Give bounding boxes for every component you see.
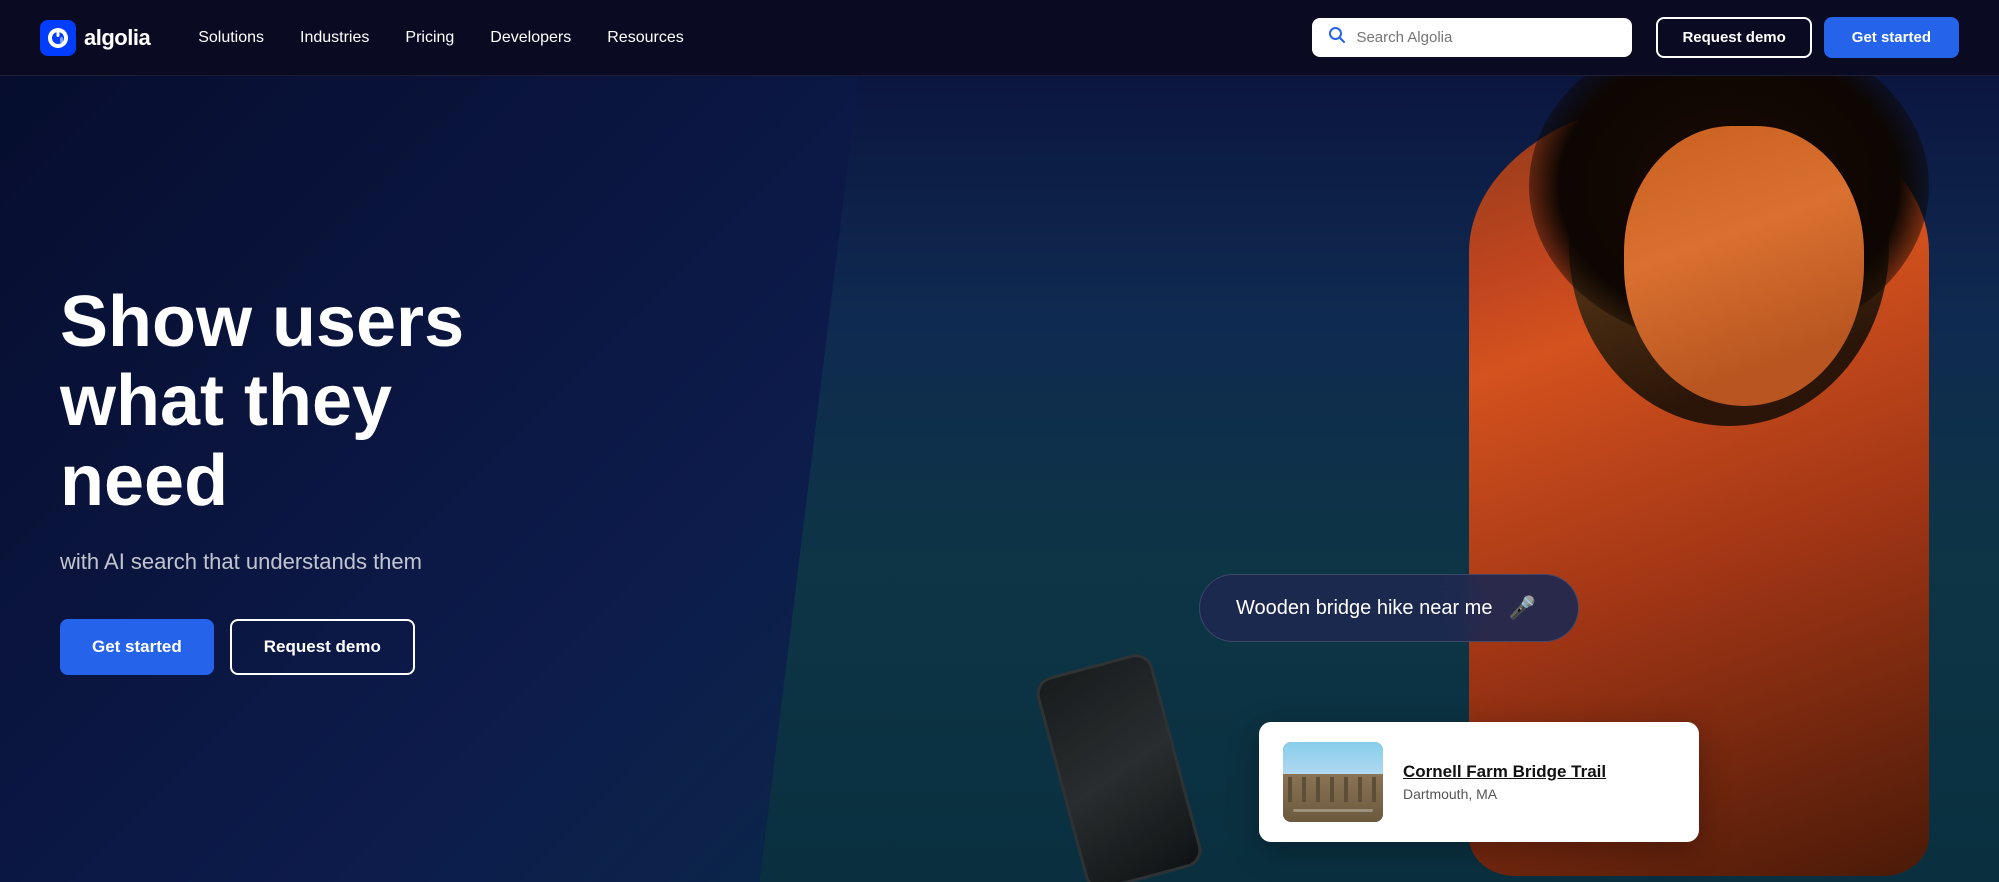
result-info: Cornell Farm Bridge Trail Dartmouth, MA <box>1403 762 1675 802</box>
microphone-icon: 🎤 <box>1508 595 1535 621</box>
hero-section: Show users what they need with AI search… <box>0 76 1999 882</box>
nav-industries[interactable]: Industries <box>300 29 369 47</box>
get-started-button[interactable]: Get started <box>1824 17 1959 58</box>
result-image-sky <box>1283 742 1383 774</box>
result-title: Cornell Farm Bridge Trail <box>1403 762 1675 782</box>
hero-title: Show users what they need <box>60 283 500 521</box>
hero-content: Show users what they need with AI search… <box>0 283 560 675</box>
hero-get-started-button[interactable]: Get started <box>60 619 214 675</box>
person-face <box>1624 126 1864 406</box>
algolia-logo-icon <box>40 20 76 56</box>
navbar: algolia Solutions Industries Pricing Dev… <box>0 0 1999 76</box>
search-icon <box>1328 26 1346 49</box>
search-bar-container <box>1312 18 1632 57</box>
request-demo-button[interactable]: Request demo <box>1656 17 1811 58</box>
nav-actions: Request demo Get started <box>1656 17 1959 58</box>
hero-search-bubble: Wooden bridge hike near me 🎤 <box>1199 574 1579 642</box>
hero-subtitle: with AI search that understands them <box>60 549 500 575</box>
nav-solutions[interactable]: Solutions <box>198 29 264 47</box>
result-image <box>1283 742 1383 822</box>
nav-resources[interactable]: Resources <box>607 29 683 47</box>
hero-buttons: Get started Request demo <box>60 619 500 675</box>
search-input[interactable] <box>1356 29 1616 46</box>
search-bubble-text: Wooden bridge hike near me <box>1236 597 1492 620</box>
result-image-fence <box>1288 777 1378 802</box>
nav-developers[interactable]: Developers <box>490 29 571 47</box>
logo-text: algolia <box>84 25 150 51</box>
hero-request-demo-button[interactable]: Request demo <box>230 619 415 675</box>
result-location: Dartmouth, MA <box>1403 786 1675 802</box>
nav-pricing[interactable]: Pricing <box>405 29 454 47</box>
logo[interactable]: algolia <box>40 20 150 56</box>
nav-links: Solutions Industries Pricing Developers … <box>198 29 1288 47</box>
hero-result-card: Cornell Farm Bridge Trail Dartmouth, MA <box>1259 722 1699 842</box>
